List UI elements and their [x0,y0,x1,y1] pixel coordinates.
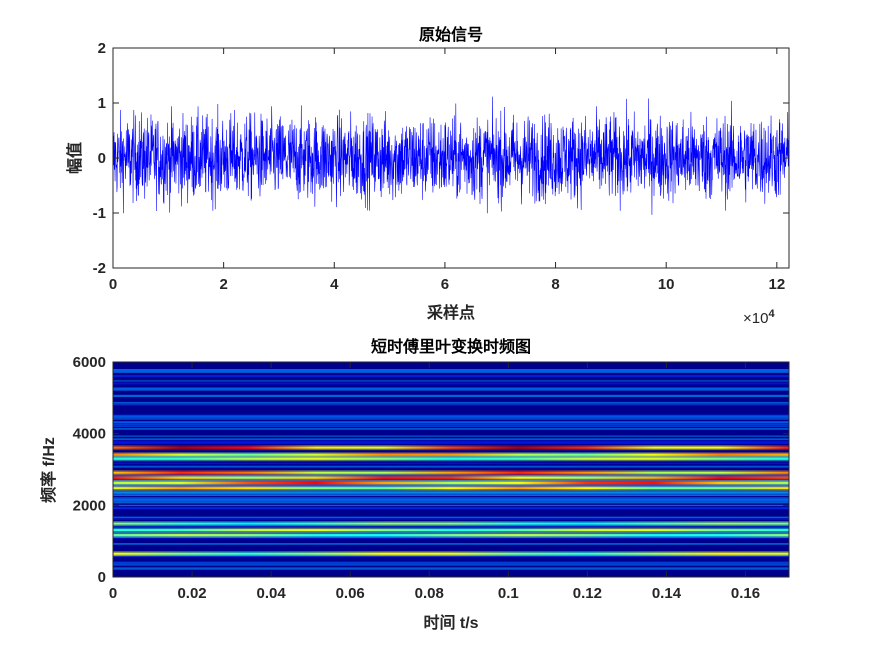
x-tick-label: 4 [330,276,339,293]
spectrogram-streak [113,404,789,406]
spectrogram-title: 短时傅里叶变换时频图 [371,337,531,356]
x-tick-label: 0.12 [573,585,602,602]
spectrogram-streak [113,425,789,428]
x-tick-label: 0.04 [257,585,287,602]
y-tick-label: 2000 [73,497,106,514]
spectrogram-streak [113,567,789,570]
y-tick-label: 6000 [73,354,106,371]
spectrogram-streak [113,494,789,497]
x-tick-label: 0.06 [336,585,365,602]
signal-title: 原始信号 [419,25,483,44]
spectrogram-streak [113,518,789,520]
spectrogram-streak [113,414,789,417]
signal-xlabel: 采样点 [426,303,475,322]
x-tick-label: 0.14 [652,585,682,602]
spectrogram-ylabel: 频率 f/Hz [39,437,58,503]
y-tick-label: -2 [93,260,106,277]
x-tick-label: 0 [109,276,117,293]
spectrogram-band [113,487,789,490]
spectrogram-streak [113,462,789,465]
spectrogram-streak [113,428,789,430]
x-tick-label: 2 [219,276,227,293]
x-tick-label: 12 [768,276,785,293]
spectrogram-xlabel: 时间 t/s [423,613,478,632]
x-tick-label: 0.02 [177,585,206,602]
x-tick-label: 0.1 [498,585,519,602]
spectrogram-streak [113,416,789,419]
spectrogram-band [113,534,789,537]
spectrogram-streak [113,382,789,385]
spectrogram-band [113,552,789,555]
spectrogram-streak [113,438,789,440]
x-tick-label: 0 [109,585,117,602]
spectrogram-streak [113,401,789,404]
spectrogram-band [113,529,789,532]
spectrogram-streak [113,563,789,566]
spectrogram-streak [113,543,789,545]
spectrogram-streak [113,561,789,564]
spectrogram-streak [113,497,789,500]
spectrogram-streak [113,375,789,378]
spectrogram-band [113,522,789,525]
spectrogram-streak [113,421,789,424]
spectrogram-streak [113,380,789,382]
x-tick-label: 6 [441,276,449,293]
spectrogram-streak [113,442,789,444]
x-tick-label: 8 [551,276,559,293]
signal-axes: 0 2 4 6 8 10 12-2-1012 原始信号 采样点 幅值 ×104 [65,25,790,327]
spectrogram-streak [113,465,789,468]
spectrogram-axes: 0 0.02 0.04 0.06 0.08 0.1 0.12 0.14 0.16 0 2000 400… [39,337,790,632]
x-exponent: ×104 [743,308,775,327]
spectrogram-band [113,453,789,456]
x-tick-label: 0.16 [731,585,760,602]
spectrogram-streak [113,418,789,420]
spectrogram-band [113,446,789,449]
signal-ylabel: 幅值 [65,142,84,174]
spectrogram-streak [113,394,789,398]
spectrogram-streak [113,516,789,519]
spectrogram-band [113,471,789,474]
spectrogram-streak [113,490,789,494]
spectrogram-streak [113,504,789,507]
y-tick-label: 4000 [73,426,106,443]
spectrogram-streak [113,370,789,373]
y-tick-label: -1 [93,205,106,222]
figure: 0 2 4 6 8 10 12-2-1012 原始信号 采样点 幅值 ×104 0 0.02 0… [39,25,790,632]
spectrogram-streak [113,388,789,391]
spectrogram-band [113,481,789,484]
y-tick-label: 1 [98,95,106,112]
y-tick-label: 2 [98,40,106,57]
spectrogram-band [113,457,789,460]
spectrogram-streak [113,423,789,426]
spectrogram-streak [113,435,789,437]
x-tick-label: 10 [658,276,675,293]
y-tick-label: 0 [98,150,106,167]
y-tick-label: 0 [98,569,106,586]
spectrogram-streak [113,507,789,509]
spectrogram-band [113,476,789,479]
spectrogram-streak [113,501,789,504]
x-tick-label: 0.08 [415,585,444,602]
